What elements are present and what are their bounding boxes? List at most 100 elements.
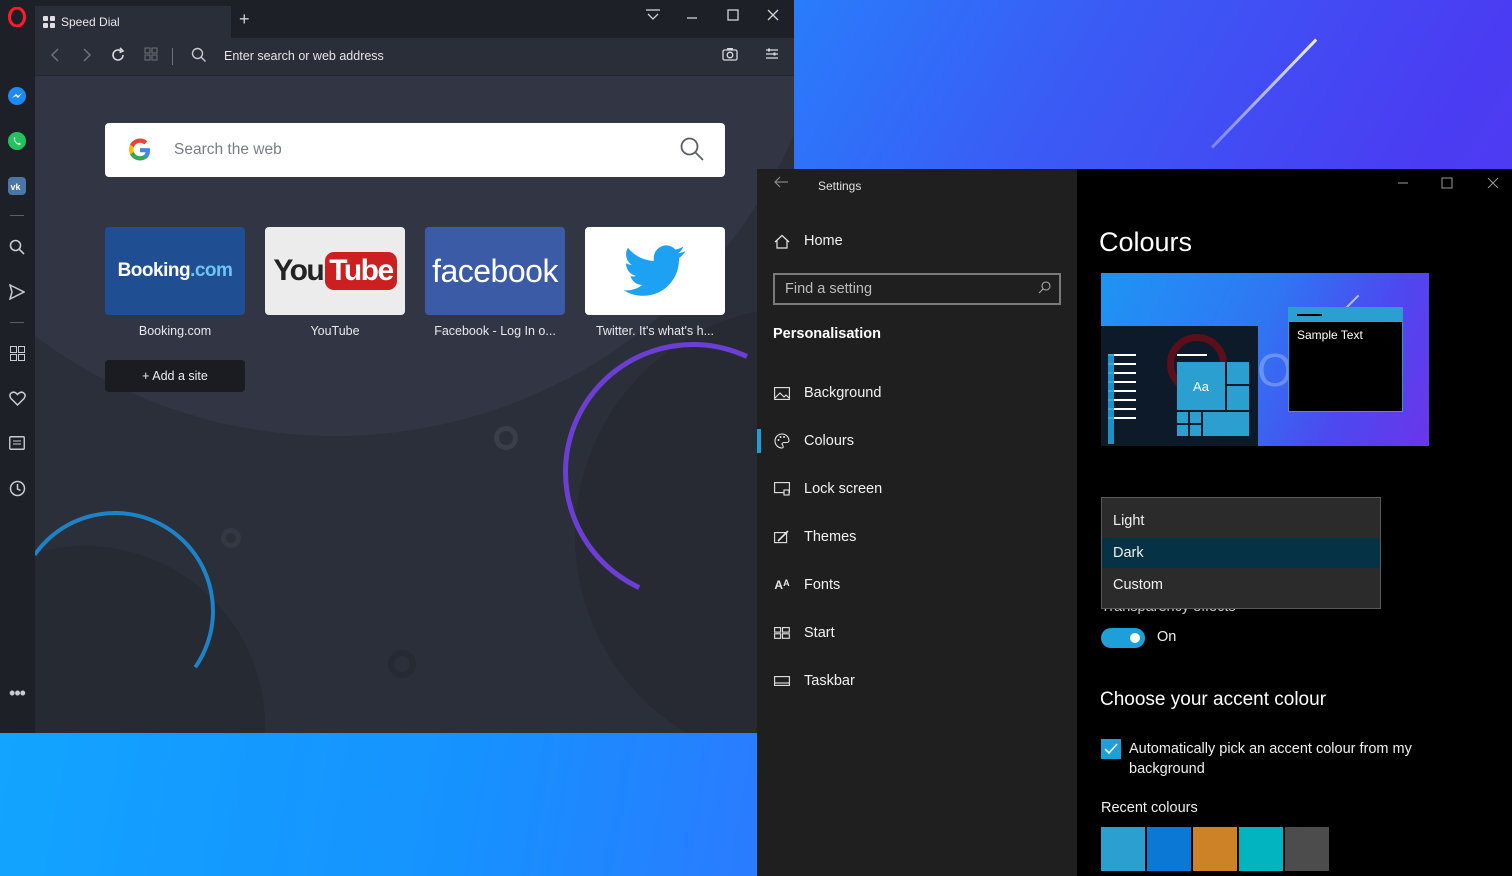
selected-indicator (757, 429, 761, 453)
recent-colour-swatch[interactable] (1193, 827, 1237, 871)
preview-start-menu: Aa (1101, 326, 1258, 446)
accent-heading: Choose your accent colour (1100, 689, 1327, 710)
tabs-grid-icon[interactable] (144, 47, 158, 66)
nav-label: Lock screen (804, 481, 883, 497)
preview-sample-window: Sample Text (1288, 307, 1403, 412)
nav-colours[interactable]: Colours (773, 429, 854, 453)
facebook-logo: facebook (432, 252, 558, 289)
address-bar: Enter search or web address (35, 38, 794, 76)
palette-icon (773, 433, 791, 449)
nav-label: Colours (804, 433, 854, 449)
speed-dial-tile-facebook[interactable]: facebook (425, 227, 565, 315)
minimize-icon[interactable] (686, 8, 698, 25)
nav-background[interactable]: Background (773, 381, 881, 405)
snapshot-icon[interactable] (722, 47, 738, 66)
vk-icon[interactable]: vk (5, 174, 29, 198)
settings-window-title: Settings (818, 179, 862, 193)
nav-home[interactable]: Home (773, 229, 843, 253)
nav-lock-screen[interactable]: Lock screen (773, 477, 882, 501)
tile-label: YouTube (310, 324, 360, 338)
svg-text:vk: vk (11, 182, 22, 192)
address-search-icon (191, 47, 207, 68)
dropdown-option-custom[interactable]: Custom (1102, 570, 1380, 600)
find-search-icon (1038, 281, 1051, 297)
nav-label: Themes (804, 529, 857, 545)
tab-menu-icon[interactable] (645, 8, 661, 25)
speed-dial-tab-icon (43, 16, 55, 28)
send-icon[interactable] (5, 280, 29, 304)
messenger-icon[interactable] (5, 84, 29, 108)
tab-speed-dial[interactable]: Speed Dial (35, 6, 231, 38)
decorative-dot (221, 528, 241, 548)
maximize-icon[interactable] (1441, 177, 1453, 192)
nav-start[interactable]: Start (773, 621, 835, 645)
address-input[interactable]: Enter search or web address (224, 49, 384, 63)
web-search-box[interactable]: Search the web (105, 123, 725, 177)
colour-preview: Aa Op Sample Text (1101, 273, 1429, 446)
speed-dial-icon[interactable] (5, 341, 29, 365)
back-arrow-icon[interactable] (773, 175, 789, 193)
settings-content-pane: Colours Aa Sample Text Light Dark Custom… (1077, 169, 1512, 876)
twitter-bird-icon (624, 245, 686, 296)
recent-colour-swatch[interactable] (1285, 827, 1329, 871)
nav-label: Fonts (804, 577, 841, 593)
dropdown-option-light[interactable]: Light (1102, 506, 1380, 536)
nav-taskbar[interactable]: Taskbar (773, 669, 855, 693)
nav-home-label: Home (804, 233, 843, 249)
home-icon (773, 234, 791, 249)
speed-dial-tile-twitter[interactable] (585, 227, 725, 315)
settings-window: Settings Home Find a setting Personalisa… (757, 169, 1512, 876)
close-icon[interactable] (1487, 177, 1499, 192)
more-icon[interactable]: ••• (5, 681, 29, 705)
history-icon[interactable] (5, 476, 29, 500)
search-icon[interactable] (5, 235, 29, 259)
opera-sidebar: vk ••• (0, 0, 35, 733)
speed-dial-tile-youtube[interactable]: You Tube (265, 227, 405, 315)
wallpaper-band (0, 733, 760, 876)
forward-icon[interactable] (82, 47, 92, 68)
auto-accent-label: Automatically pick an accent colour from… (1129, 741, 1412, 777)
tile-label: Twitter. It's what's h... (595, 324, 714, 338)
back-icon[interactable] (50, 47, 60, 68)
transparency-toggle[interactable] (1101, 628, 1145, 648)
recent-colour-swatch[interactable] (1239, 827, 1283, 871)
heart-icon[interactable] (5, 386, 29, 410)
dropdown-option-dark[interactable]: Dark (1102, 538, 1380, 568)
tile-label: Booking.com (138, 324, 212, 338)
google-logo-icon (129, 138, 150, 161)
themes-icon (773, 530, 791, 544)
tile-label: Facebook - Log In o... (434, 324, 556, 338)
settings-nav-pane: Settings Home Find a setting Personalisa… (757, 169, 1077, 876)
colour-mode-dropdown[interactable]: Light Dark Custom (1101, 497, 1381, 609)
search-button-icon[interactable] (679, 136, 705, 162)
speed-dial-tile-booking[interactable]: Booking.com (105, 227, 245, 315)
nav-label: Background (804, 385, 882, 401)
nav-fonts[interactable]: AA Fonts (773, 573, 840, 597)
recent-colour-swatch[interactable] (1101, 827, 1145, 871)
wallpaper-streak (1210, 38, 1318, 149)
preview-tile-large: Aa (1177, 362, 1225, 410)
maximize-icon[interactable] (727, 8, 739, 25)
decorative-dot (388, 650, 416, 678)
taskbar-icon (773, 675, 791, 687)
opera-logo-icon[interactable] (5, 5, 29, 29)
youtube-logo: You Tube (273, 252, 397, 290)
address-divider (172, 48, 173, 65)
recent-colour-swatch[interactable] (1147, 827, 1191, 871)
opera-tab-bar: Speed Dial + (35, 0, 794, 38)
decorative-dot (494, 426, 518, 450)
speed-dial-page: Search the web Booking.com Booking.com Y… (35, 76, 794, 733)
easy-setup-icon[interactable] (765, 47, 779, 66)
news-icon[interactable] (5, 431, 29, 455)
minimize-icon[interactable] (1397, 177, 1409, 192)
close-icon[interactable] (767, 8, 779, 25)
new-tab-button[interactable]: + (239, 9, 250, 30)
whatsapp-icon[interactable] (5, 129, 29, 153)
auto-accent-checkbox[interactable] (1101, 739, 1121, 759)
find-setting-input[interactable]: Find a setting (773, 273, 1061, 305)
add-site-button[interactable]: + Add a site (105, 360, 245, 392)
nav-themes[interactable]: Themes (773, 525, 856, 549)
reload-icon[interactable] (110, 47, 126, 68)
opera-browser-window: vk ••• Speed Dial + Enter search or web … (0, 0, 794, 733)
nav-label: Start (804, 625, 835, 641)
